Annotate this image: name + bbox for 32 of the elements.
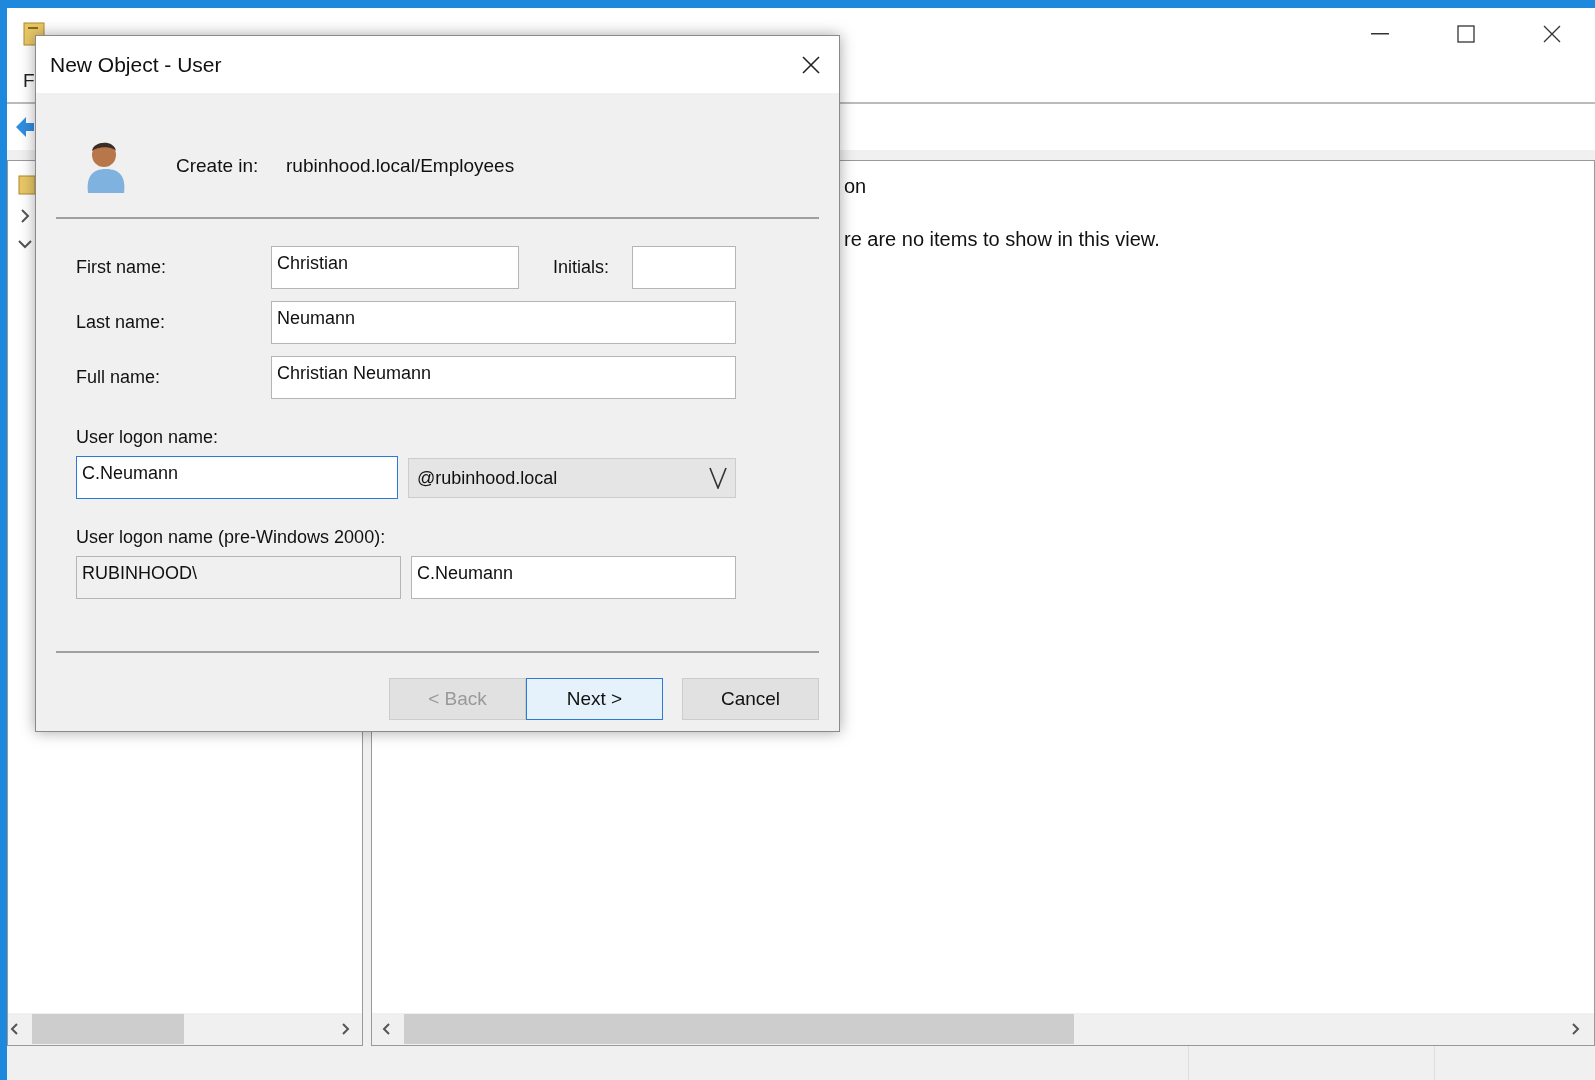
field-label: Initials: xyxy=(552,257,611,278)
domain-dropdown[interactable]: @rubinhood.local xyxy=(408,458,736,498)
back-arrow-icon[interactable] xyxy=(15,116,35,138)
dialog-title: New Object - User xyxy=(50,52,222,77)
maximize-icon[interactable] xyxy=(1457,25,1475,43)
text-field[interactable]: Neumann xyxy=(271,301,736,344)
collapse-icon[interactable] xyxy=(18,237,32,251)
dialog-button[interactable]: Next > xyxy=(526,678,663,720)
menu-item[interactable]: F xyxy=(23,70,35,92)
minimize-icon[interactable] xyxy=(1371,33,1389,35)
expand-icon[interactable] xyxy=(18,209,32,223)
text-field[interactable]: Christian Neumann xyxy=(271,356,736,399)
scrollbar-thumb[interactable] xyxy=(404,1014,1074,1044)
field-label: Full name: xyxy=(75,367,162,388)
field-label: User logon name: xyxy=(76,427,220,448)
scrollbar-thumb[interactable] xyxy=(32,1014,184,1044)
empty-message: re are no items to show in this view. xyxy=(844,228,1161,251)
field-label: First name: xyxy=(75,257,168,278)
text-field[interactable]: RUBINHOOD\ xyxy=(76,556,401,599)
create-in-label: Create in: xyxy=(176,155,260,177)
folder-icon xyxy=(18,175,36,195)
text-field[interactable]: Christian xyxy=(271,246,519,289)
close-button[interactable] xyxy=(801,54,821,75)
column-header: on xyxy=(844,175,868,198)
text-field[interactable]: C.Neumann xyxy=(411,556,736,599)
text-field[interactable]: C.Neumann xyxy=(76,456,398,499)
create-in-path: rubinhood.local/Employees xyxy=(286,155,515,177)
dialog-button[interactable]: Cancel xyxy=(682,678,819,720)
text-field[interactable] xyxy=(632,246,736,289)
field-label: User logon name (pre-Windows 2000): xyxy=(76,527,387,548)
close-icon[interactable] xyxy=(1543,25,1561,43)
field-label: Last name: xyxy=(75,312,167,333)
